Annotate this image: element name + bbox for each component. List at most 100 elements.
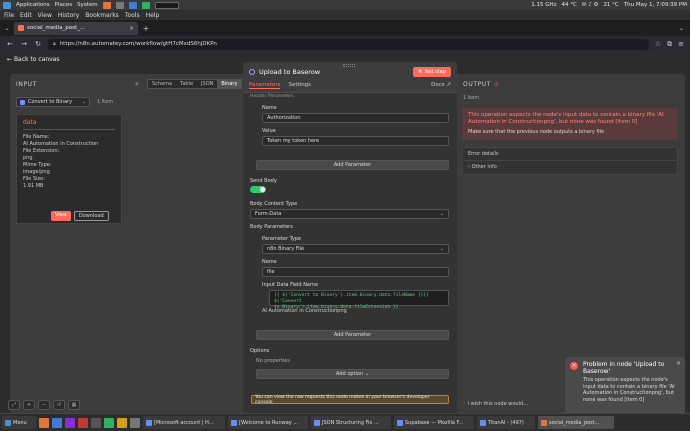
os-places-menu[interactable]: Places <box>55 2 73 8</box>
extensions-icon[interactable]: ⧉ <box>667 40 672 49</box>
tab-table[interactable]: Table <box>176 80 197 88</box>
os-system-menu[interactable]: System <box>77 2 98 8</box>
add-body-parameter-button[interactable]: Add Parameter <box>256 330 449 340</box>
test-step-label: Test step <box>423 69 446 75</box>
file-extension-label: File Extension: <box>23 148 60 154</box>
body-content-type-select[interactable]: Form-Data ⌄ <box>250 209 449 219</box>
chevron-right-icon: › <box>468 164 470 170</box>
quicklaunch-app-icon[interactable] <box>130 417 140 428</box>
taskbar-window-label: TitanAI - (497) <box>488 419 524 426</box>
zoom-to-fit-icon[interactable]: ⤢ <box>8 400 20 410</box>
quicklaunch-app-icon[interactable] <box>78 417 88 428</box>
reload-icon[interactable]: ↻ <box>34 40 42 48</box>
toast-body: This operation expects the node's input … <box>583 377 675 403</box>
back-icon[interactable]: ← <box>6 40 14 48</box>
browser-menubar: File Edit View History Bookmarks Tools H… <box>0 10 690 20</box>
download-button[interactable]: Download <box>73 211 109 221</box>
firefox-launcher-icon[interactable] <box>102 1 111 9</box>
send-body-label: Send Body <box>250 178 277 184</box>
other-info-row[interactable]: › Other info <box>463 161 677 173</box>
distro-logo-icon[interactable] <box>3 1 11 9</box>
os-applications-menu[interactable]: Applications <box>16 2 50 8</box>
quicklaunch-firefox-icon[interactable] <box>39 417 49 428</box>
url-field[interactable]: 🔒︎ https://n8n.automatey.com/workflow/gt… <box>48 38 649 50</box>
test-step-button[interactable]: ⚗ Test step <box>412 67 451 77</box>
clock[interactable]: Thu May 1, 7:09:39 PM <box>624 2 687 8</box>
parameter-type-select[interactable]: n8n Binary File ⌄ <box>262 244 449 254</box>
back-to-canvas-link[interactable]: ← Back to canvas <box>7 56 59 63</box>
app-launcher-icon[interactable] <box>141 1 150 9</box>
input-data-field-label: Input Data Field Name <box>262 282 318 288</box>
menu-tools[interactable]: Tools <box>125 12 140 19</box>
tab-json[interactable]: JSON <box>197 80 217 88</box>
close-icon[interactable]: × <box>676 360 681 367</box>
feedback-note[interactable]: ◦ I wish this node would... <box>463 401 528 407</box>
input-node-select[interactable]: Convert to Binary ⌄ <box>16 97 90 107</box>
menu-bookmarks[interactable]: Bookmarks <box>85 12 119 19</box>
weather-readout: 21 °C <box>603 2 619 8</box>
modal-title[interactable]: Upload to Baserow <box>259 68 320 76</box>
drag-handle-icon[interactable] <box>343 64 355 67</box>
taskbar-window-titanai[interactable]: TitanAI - (497) <box>477 416 535 429</box>
quicklaunch-app-icon[interactable] <box>117 417 127 428</box>
menu-history[interactable]: History <box>58 12 79 19</box>
window-icon <box>541 419 547 426</box>
bookmark-star-icon[interactable]: ☆ <box>655 40 661 49</box>
taskbar-window-microsoft[interactable]: [Microsoft account | H... <box>143 416 225 429</box>
quicklaunch-app-icon[interactable] <box>104 417 114 428</box>
tidy-up-icon[interactable]: ▦ <box>68 400 80 410</box>
tab-parameters[interactable]: Parameters <box>249 82 281 89</box>
chevron-down-icon: ⌄ <box>439 246 444 252</box>
input-item-count: 1 item <box>97 99 114 105</box>
tab-settings[interactable]: Settings <box>288 82 311 89</box>
system-monitor-icon <box>154 1 179 9</box>
menu-edit[interactable]: Edit <box>20 12 32 19</box>
docs-link[interactable]: Docs ↗ <box>431 82 451 88</box>
taskbar-window-label: [Microsoft account | H... <box>154 419 214 426</box>
terminal-launcher-icon[interactable] <box>115 1 124 9</box>
taskbar-window-supabase[interactable]: Supabase — Mozilla F... <box>394 416 474 429</box>
quicklaunch-app-icon[interactable] <box>91 417 101 428</box>
forward-icon[interactable]: → <box>20 40 28 48</box>
taskbar-window-n8n[interactable]: social_media_post... <box>538 416 614 429</box>
quicklaunch-app-icon[interactable] <box>52 417 62 428</box>
chevron-down-icon: ⌄ <box>364 371 369 377</box>
binary-card-title: data <box>23 119 115 130</box>
taskbar-window-runway[interactable]: [Welcome to Runway ... <box>228 416 308 429</box>
zoom-out-icon[interactable]: − <box>38 400 50 410</box>
tray-icons: ✉ ♪ ⚙ <box>581 2 599 8</box>
tab-schema[interactable]: Schema <box>148 80 176 88</box>
tab-binary[interactable]: Binary <box>217 80 242 88</box>
menu-view[interactable]: View <box>38 12 52 19</box>
body-name-input[interactable]: file <box>262 267 449 277</box>
menu-file[interactable]: File <box>4 12 14 19</box>
tab-list-icon[interactable]: ⌄ <box>3 25 11 32</box>
app-launcher-icon[interactable] <box>128 1 137 9</box>
app-menu-icon[interactable]: ≡ <box>678 40 684 49</box>
header-name-input[interactable]: Authorization <box>262 113 449 123</box>
menu-help[interactable]: Help <box>146 12 160 19</box>
taskbar-window-json[interactable]: JSON Structuring Fix ... <box>311 416 391 429</box>
list-all-tabs-icon[interactable]: ⌄ <box>679 25 684 32</box>
zoom-in-icon[interactable]: + <box>23 400 35 410</box>
start-menu-button[interactable]: Menu <box>2 416 36 429</box>
lock-icon[interactable]: 🔒︎ <box>53 41 56 47</box>
add-option-button[interactable]: Add option ⌄ <box>256 369 449 379</box>
send-body-toggle[interactable] <box>250 186 266 193</box>
view-button[interactable]: View <box>51 211 71 221</box>
developer-console-note: You can view the raw requests this node … <box>251 395 449 405</box>
reset-zoom-icon[interactable]: ↺ <box>53 400 65 410</box>
chevron-down-icon: ⌄ <box>439 211 444 217</box>
header-value-input[interactable]: Token my token here <box>262 136 449 146</box>
new-tab-icon[interactable]: + <box>141 24 151 33</box>
expression-editor[interactable]: {{ $('Convert to Binary').item.binary.da… <box>269 290 449 310</box>
file-name-value: AI Automation in Construction <box>23 141 99 147</box>
add-header-parameter-button[interactable]: Add Parameter <box>256 160 449 170</box>
modal-title-row: Upload to Baserow ⚗ Test step <box>249 67 451 77</box>
close-tab-icon[interactable]: × <box>129 25 134 32</box>
search-icon[interactable]: ⌕ <box>135 80 139 89</box>
warning-icon: ⚠ <box>493 81 500 88</box>
quicklaunch-app-icon[interactable] <box>65 417 75 428</box>
browser-tab[interactable]: social_media_post_... × <box>14 21 138 35</box>
add-option-label: Add option <box>336 371 364 377</box>
